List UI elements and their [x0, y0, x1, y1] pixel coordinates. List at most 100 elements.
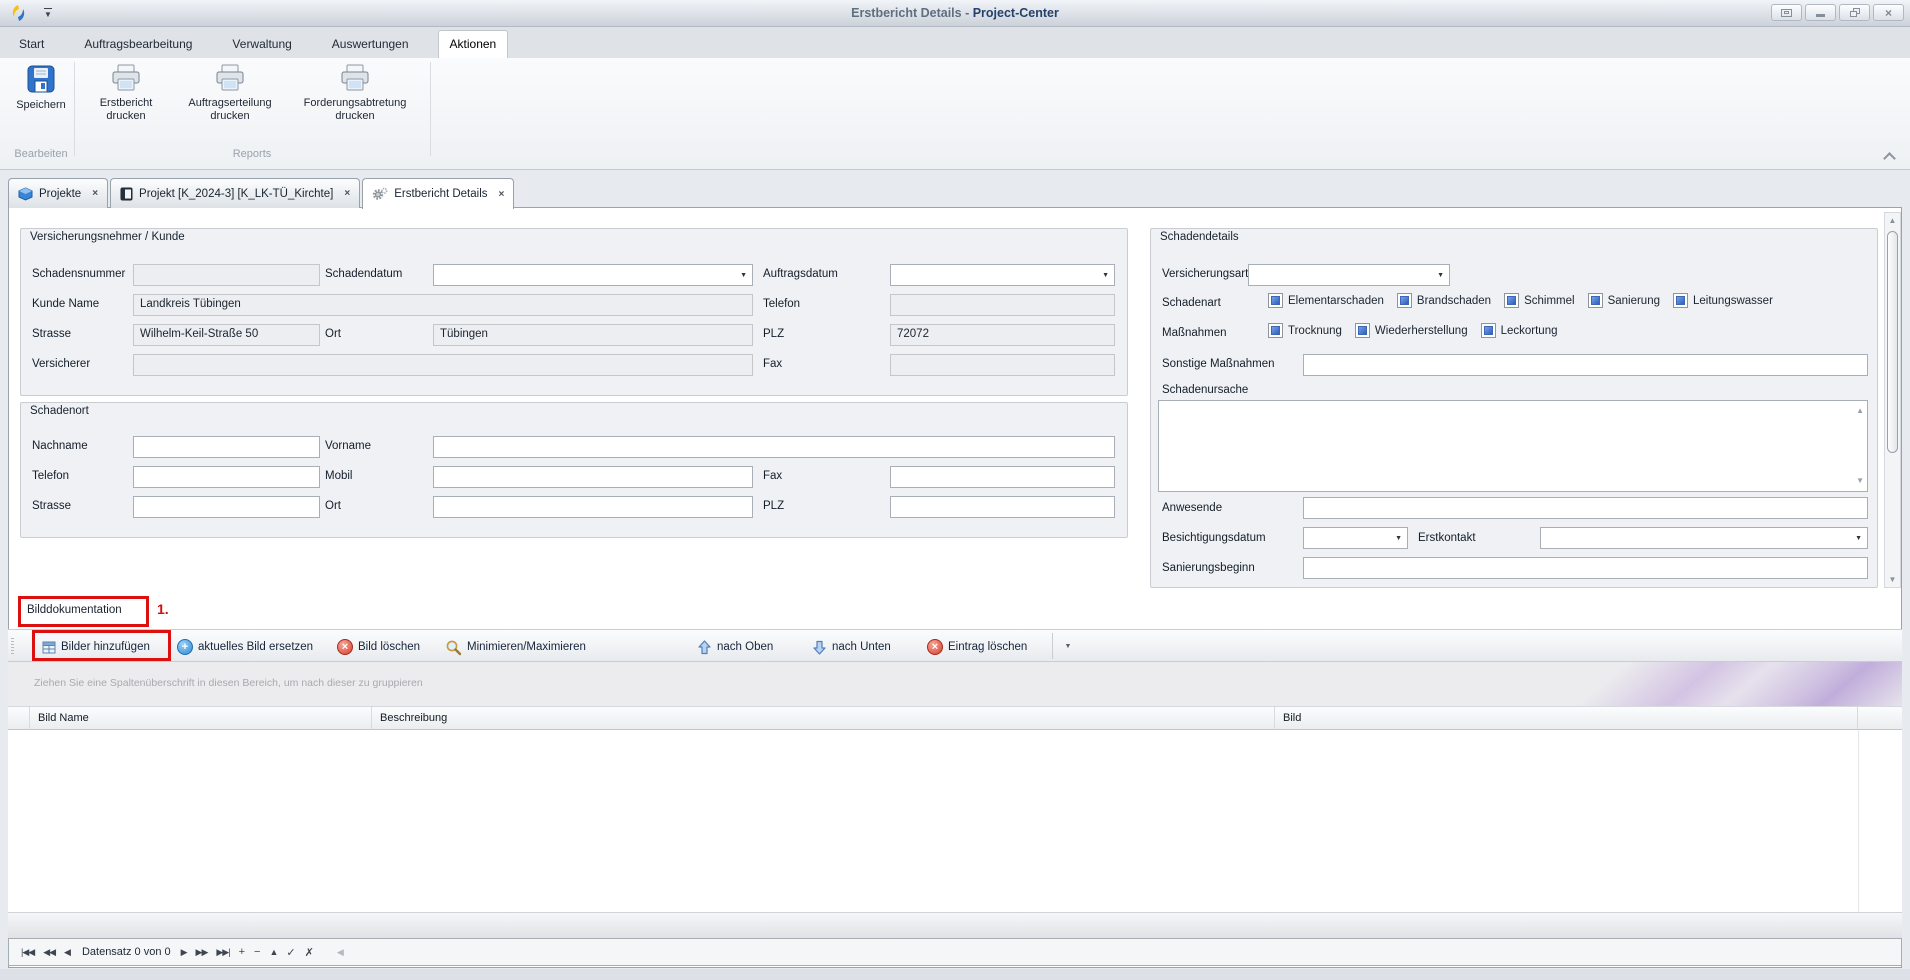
- minimize-maximize-button[interactable]: Minimieren/Maximieren: [445, 637, 586, 657]
- checkbox-wiederherstellung[interactable]: Wiederherstellung: [1355, 323, 1468, 338]
- textarea-schadenursache[interactable]: ▲ ▼: [1158, 400, 1868, 492]
- label-sonstige-massnahmen: Sonstige Maßnahmen: [1162, 358, 1275, 370]
- checkbox-elementarschaden[interactable]: Elementarschaden: [1268, 293, 1384, 308]
- label-anwesende: Anwesende: [1162, 502, 1222, 514]
- doc-tab-projekte[interactable]: Projekte ×: [8, 178, 108, 208]
- restore-button[interactable]: [1839, 4, 1870, 21]
- ribbon-tab-verwaltung[interactable]: Verwaltung: [221, 31, 302, 58]
- nav-edit-button[interactable]: ▲: [269, 947, 277, 957]
- form-vertical-scrollbar[interactable]: ▲ ▼: [1884, 212, 1901, 588]
- scrollbar-up-icon[interactable]: ▲: [1885, 216, 1900, 225]
- input-ort-telefon[interactable]: [133, 466, 320, 488]
- combo-versicherungsart[interactable]: ▼: [1248, 264, 1450, 286]
- chevron-down-icon[interactable]: ▼: [1437, 272, 1444, 279]
- doc-tab-projekt[interactable]: Projekt [K_2024-3] [K_LK-TÜ_Kirchte] ×: [110, 178, 360, 208]
- combo-schadendatum[interactable]: ▼: [433, 264, 753, 286]
- toolbar-overflow-dropdown[interactable]: ▼: [1058, 635, 1078, 657]
- nav-last-button[interactable]: ▶▶|: [216, 947, 229, 958]
- column-header-bild-name[interactable]: Bild Name: [30, 706, 372, 730]
- doc-tab-close-icon[interactable]: ×: [344, 188, 350, 199]
- column-header-bild[interactable]: Bild: [1275, 706, 1858, 730]
- chevron-down-icon[interactable]: ▼: [1102, 272, 1109, 279]
- input-ort-ort[interactable]: [433, 496, 753, 518]
- scroll-up-icon[interactable]: ▲: [1856, 407, 1864, 415]
- chevron-down-icon[interactable]: ▼: [740, 272, 747, 279]
- checkbox-schimmel[interactable]: Schimmel: [1504, 293, 1574, 308]
- checkbox-leitungswasser[interactable]: Leitungswasser: [1673, 293, 1773, 308]
- scroll-down-icon[interactable]: ▼: [1856, 477, 1864, 485]
- nav-next-button[interactable]: ▶: [181, 947, 187, 958]
- print-erstbericht-button[interactable]: Erstbericht drucken: [80, 63, 172, 123]
- chevron-down-icon[interactable]: ▼: [1855, 535, 1862, 542]
- ribbon-tab-start[interactable]: Start: [8, 31, 55, 58]
- nav-cancel-button[interactable]: ✗: [305, 946, 314, 959]
- grid-indicator-column: [8, 706, 30, 730]
- nav-first-button[interactable]: |◀◀: [21, 947, 34, 958]
- nav-next-page-button[interactable]: ▶▶: [196, 947, 208, 958]
- scrollbar-thumb[interactable]: [1887, 231, 1898, 453]
- input-anwesende[interactable]: [1303, 497, 1868, 519]
- plus-circle-icon: +: [177, 639, 193, 655]
- delete-entry-button[interactable]: × Eintrag löschen: [927, 637, 1027, 657]
- scrollbar-down-icon[interactable]: ▼: [1885, 575, 1900, 584]
- doc-tab-close-icon[interactable]: ×: [92, 188, 98, 199]
- checkbox-leckortung[interactable]: Leckortung: [1481, 323, 1558, 338]
- nav-post-button[interactable]: ✓: [286, 946, 295, 959]
- doc-tab-close-icon[interactable]: ×: [499, 189, 505, 200]
- replace-image-button[interactable]: + aktuelles Bild ersetzen: [177, 637, 313, 657]
- nav-prev-button[interactable]: ◀: [64, 947, 70, 958]
- print-forderungsabtretung-label: Forderungsabtretung drucken: [288, 97, 422, 123]
- move-up-button[interactable]: nach Oben: [697, 637, 773, 657]
- save-button[interactable]: Speichern: [10, 63, 72, 112]
- fullscreen-button[interactable]: [1771, 4, 1802, 21]
- toolbar-drag-handle[interactable]: [11, 638, 14, 654]
- move-down-button[interactable]: nach Unten: [812, 637, 891, 657]
- input-sanierungsbeginn[interactable]: [1303, 557, 1868, 579]
- groupbox-schadendetails-title: Schadendetails: [1160, 231, 1239, 243]
- close-button[interactable]: ×: [1873, 4, 1904, 21]
- input-kunde-fax[interactable]: [890, 354, 1115, 376]
- ribbon-tab-auftragsbearbeitung[interactable]: Auftragsbearbeitung: [73, 31, 203, 58]
- checkbox-trocknung[interactable]: Trocknung: [1268, 323, 1342, 338]
- minimize-button[interactable]: [1805, 4, 1836, 21]
- ribbon-tab-aktionen[interactable]: Aktionen: [438, 30, 509, 58]
- checkbox-brandschaden[interactable]: Brandschaden: [1397, 293, 1491, 308]
- input-ort-plz[interactable]: [890, 496, 1115, 518]
- input-kunde-name[interactable]: Landkreis Tübingen: [133, 294, 753, 316]
- input-mobil[interactable]: [433, 466, 753, 488]
- input-ort-fax[interactable]: [890, 466, 1115, 488]
- groupby-bar[interactable]: Ziehen Sie eine Spaltenüberschrift in di…: [8, 662, 1902, 706]
- combo-auftragsdatum[interactable]: ▼: [890, 264, 1115, 286]
- input-kunde-telefon[interactable]: [890, 294, 1115, 316]
- chevron-down-icon[interactable]: ▼: [1395, 535, 1402, 542]
- input-vorname[interactable]: [433, 436, 1115, 458]
- input-kunde-ort[interactable]: Tübingen: [433, 324, 753, 346]
- column-header-beschreibung[interactable]: Beschreibung: [372, 706, 1275, 730]
- label-schadensnummer: Schadensnummer: [32, 268, 125, 280]
- combo-besichtigungsdatum[interactable]: ▼: [1303, 527, 1408, 549]
- input-sonstige-massnahmen[interactable]: [1303, 354, 1868, 376]
- input-nachname[interactable]: [133, 436, 320, 458]
- print-forderungsabtretung-button[interactable]: Forderungsabtretung drucken: [288, 63, 422, 123]
- delete-image-button[interactable]: × Bild löschen: [337, 637, 420, 657]
- window-frame-bottom: [0, 969, 1910, 980]
- input-kunde-strasse[interactable]: Wilhelm-Keil-Straße 50: [133, 324, 320, 346]
- nav-disabled-icon: ◀: [337, 947, 343, 958]
- bilddokumentation-tab-label[interactable]: Bilddokumentation: [27, 604, 122, 616]
- input-ort-strasse[interactable]: [133, 496, 320, 518]
- add-images-button[interactable]: Bilder hinzufügen: [42, 637, 150, 657]
- input-kunde-plz[interactable]: 72072: [890, 324, 1115, 346]
- ribbon-tab-bar: Start Auftragsbearbeitung Verwaltung Aus…: [0, 27, 1910, 58]
- nav-append-button[interactable]: +: [239, 946, 245, 958]
- input-versicherer[interactable]: [133, 354, 753, 376]
- ribbon-collapse-icon[interactable]: [1883, 152, 1896, 165]
- print-auftragserteilung-button[interactable]: Auftragserteilung drucken: [176, 63, 284, 123]
- checkbox-sanierung[interactable]: Sanierung: [1588, 293, 1660, 308]
- combo-erstkontakt[interactable]: ▼: [1540, 527, 1868, 549]
- grid-body-empty[interactable]: [8, 730, 1902, 912]
- input-schadensnummer[interactable]: [133, 264, 320, 286]
- nav-prev-page-button[interactable]: ◀◀: [43, 947, 55, 958]
- nav-delete-button[interactable]: −: [254, 946, 260, 958]
- ribbon-tab-auswertungen[interactable]: Auswertungen: [321, 31, 420, 58]
- doc-tab-erstbericht-details[interactable]: Erstbericht Details ×: [362, 178, 514, 209]
